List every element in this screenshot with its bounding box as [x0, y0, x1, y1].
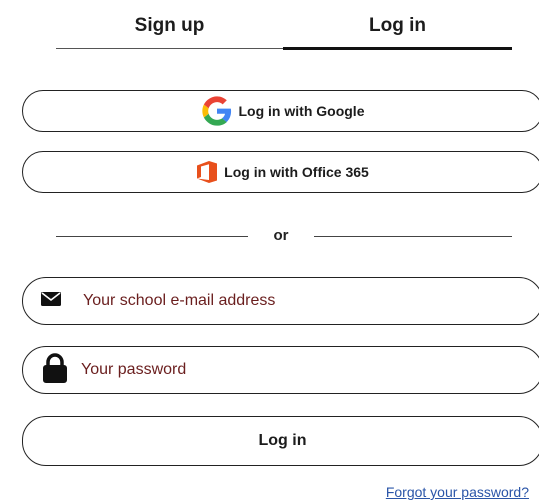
google-login-button[interactable]: Log in with Google — [22, 90, 539, 132]
envelope-icon — [41, 291, 61, 311]
office-365-login-button[interactable]: Log in with Office 365 — [22, 151, 539, 193]
email-field[interactable] — [22, 277, 539, 325]
forgot-password-link[interactable]: Forgot your password? — [386, 484, 529, 500]
divider-or-text: or — [273, 227, 289, 244]
email-input[interactable] — [83, 292, 483, 310]
divider-line-right — [314, 236, 512, 237]
login-page: Sign up Log in Log in with Google Log in… — [0, 0, 539, 503]
google-icon — [201, 95, 233, 127]
divider-line-left — [56, 236, 248, 237]
google-login-label: Log in with Google — [238, 103, 365, 119]
tab-divider-line — [56, 48, 283, 49]
office-365-login-label: Log in with Office 365 — [224, 164, 369, 180]
password-input[interactable] — [81, 361, 481, 379]
lock-icon — [41, 352, 69, 388]
active-tab-indicator — [283, 47, 512, 50]
tab-sign-up[interactable]: Sign up — [56, 0, 283, 52]
password-field[interactable] — [22, 346, 539, 394]
tab-log-in[interactable]: Log in — [283, 0, 512, 52]
office-365-icon — [196, 160, 218, 184]
login-submit-button[interactable]: Log in — [22, 416, 539, 466]
